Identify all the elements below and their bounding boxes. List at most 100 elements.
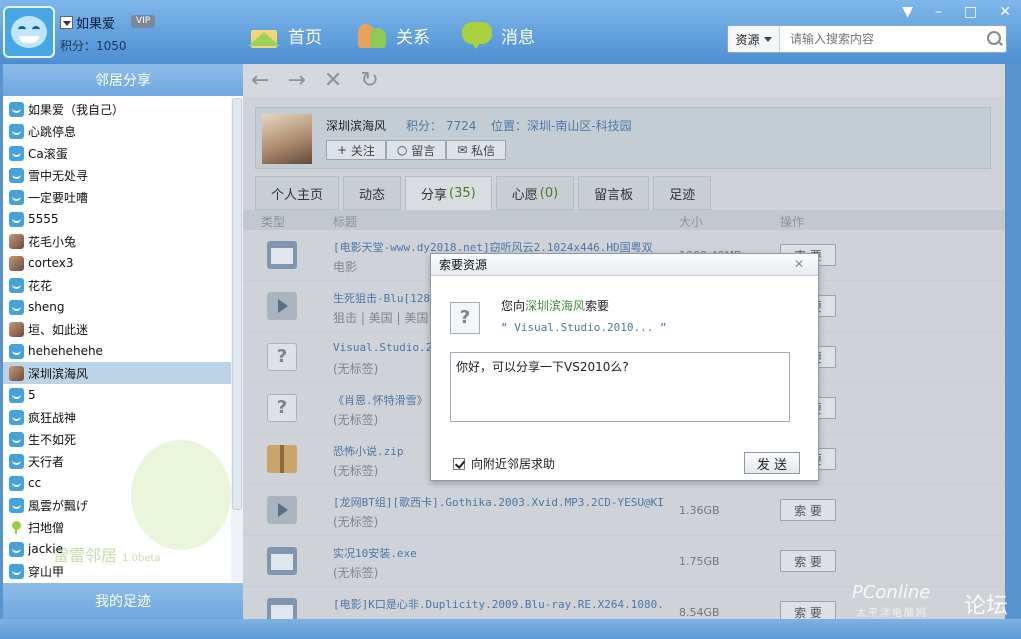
friend-name: 如果爱（我自己） [28,102,125,117]
resource-title-link[interactable]: [电影]K口是心非.Duplicity.2009.Blu-ray.RE.X264… [333,596,663,612]
friend-item[interactable]: 風雲が飄げ [3,494,231,516]
request-button[interactable]: 索 要 [780,499,836,521]
user-icon [9,409,24,425]
friend-item[interactable]: Ca滚蛋 [3,142,231,164]
chevron-down-icon[interactable] [60,16,73,29]
dialog-request-line: 您向深圳滨海风索要 [501,299,610,313]
close-button[interactable]: ✕ [999,4,1011,20]
dialog-titlebar: 索要资源 ✕ [431,254,818,276]
tab-1[interactable]: 动态 [343,176,402,210]
friend-name: 垣、如此迷 [28,322,89,337]
user-icon [9,145,24,161]
comment-button[interactable]: ○ 留言 [385,140,447,160]
friend-item[interactable]: sheng [3,296,231,318]
pconline-watermark: PConline [852,582,931,603]
stop-icon[interactable]: ✕ [324,68,342,93]
nav-relations[interactable]: 关系 [356,18,430,52]
unknown-file-icon [267,394,297,422]
friend-item[interactable]: cortex3 [3,252,231,274]
friend-name: 5555 [28,212,59,226]
request-message-textarea[interactable]: 你好，可以分享一下VS2010么? [450,352,790,422]
user-avatar[interactable] [3,6,55,58]
envelope-icon: ✉ [457,143,468,157]
dialog-title: 索要资源 [439,258,488,272]
user-icon [9,475,24,491]
sidebar-footer[interactable]: 我的足迹 [3,583,243,619]
friend-item[interactable]: 深圳滨海风 [3,362,231,384]
window-menu-button[interactable]: ▼ [902,4,913,20]
minimize-button[interactable]: – [935,4,942,20]
friend-item[interactable]: 一定要吐嘈 [3,186,231,208]
friend-name: 天行者 [28,454,65,469]
friend-item[interactable]: 穿山甲 [3,560,231,582]
follow-button[interactable]: + 关注 [326,140,386,160]
friend-item[interactable]: 天行者 [3,450,231,472]
tab-0[interactable]: 个人主页 [255,176,340,210]
resource-title-link[interactable]: 实况10安装.exe [333,545,663,561]
friend-item[interactable]: 5555 [3,208,231,230]
profile-score: 积分： 7724 [406,119,477,133]
friend-item[interactable]: jackie [3,538,231,560]
home-icon [248,20,280,50]
resource-title-link[interactable]: [龙网BT组][歌西卡].Gothika.2003.Xvid.MP3.2CD-Y… [333,494,663,510]
top-bar: 如果爱 VIP 积分：1050 首页 关系 消息 ▼ – □ ✕ 资源 [0,0,1021,64]
friend-list-scrollbar[interactable] [231,98,243,582]
private-message-button[interactable]: ✉ 私信 [446,140,507,160]
tab-3[interactable]: 心愿 (0) [495,176,575,210]
maximize-button[interactable]: □ [964,4,977,20]
friend-name: hehehehehe [28,344,103,358]
nav-home[interactable]: 首页 [248,18,322,52]
search-icon[interactable] [982,27,1006,51]
video-file-icon [267,496,297,524]
friend-name: sheng [28,300,65,314]
friend-item[interactable]: 5 [3,384,231,406]
tab-2[interactable]: 分享 (35) [405,176,492,210]
dialog-resource-name: “ Visual.Studio.2010... ” [501,321,667,334]
friend-name: 扫地僧 [28,520,65,535]
friend-item[interactable]: 雪中无处寻 [3,164,231,186]
friend-item[interactable]: hehehehehe [3,340,231,362]
table-row: 实况10安装.exe (无标签) 1.75GB 索 要 [243,536,1005,587]
profile-avatar[interactable] [262,114,312,164]
profile-location: 位置：深圳-南山区-科技园 [491,119,632,133]
tab-4[interactable]: 留言板 [578,176,650,210]
status-bar [0,619,1021,639]
ask-neighbors-checkbox[interactable]: 向附近邻居求助 [453,455,555,472]
search-box: 资源 [727,25,1007,53]
request-button[interactable]: 索 要 [780,550,836,572]
nav-messages[interactable]: 消息 [461,18,535,52]
close-icon[interactable]: ✕ [792,257,806,271]
col-title: 标题 [333,215,358,229]
refresh-icon[interactable]: ↻ [360,68,378,93]
friend-item[interactable]: 疯狂战神 [3,406,231,428]
search-category-select[interactable]: 资源 [728,26,780,52]
friend-item[interactable]: 垣、如此迷 [3,318,231,340]
friend-item[interactable]: 心跳停息 [3,120,231,142]
friend-name: 生不如死 [28,432,77,447]
friend-item[interactable]: 花毛小兔 [3,230,231,252]
tab-5[interactable]: 足迹 [653,176,712,210]
search-input[interactable] [780,27,982,51]
friend-item[interactable]: 扫地僧 [3,516,231,538]
sidebar-header[interactable]: 邻居分享 [3,64,243,96]
request-resource-dialog: 索要资源 ✕ 您向深圳滨海风索要 “ Visual.Studio.2010...… [430,253,819,481]
user-icon [9,563,24,579]
user-name: 如果爱 [76,17,116,32]
friend-item[interactable]: 花花 [3,274,231,296]
profile-tabs: 个人主页 动态 分享 (35) 心愿 (0) 留言板 足迹 [255,176,712,210]
zip-file-icon [267,445,297,473]
user-name-menu[interactable]: 如果爱 [60,13,115,32]
unknown-file-icon [450,302,480,334]
col-action: 操作 [780,215,805,229]
friend-item[interactable]: 如果爱（我自己） [3,98,231,120]
forward-icon[interactable]: → [287,68,305,93]
user-icon [9,497,24,513]
send-button[interactable]: 发 送 [744,452,800,474]
resource-tags: 电影 [333,260,358,274]
friend-item[interactable]: 生不如死 [3,428,231,450]
request-button[interactable]: 索 要 [780,601,836,619]
back-icon[interactable]: ← [251,68,269,93]
friend-name: jackie [28,542,63,556]
checkbox-checked-icon[interactable] [453,457,465,470]
friend-item[interactable]: cc [3,472,231,494]
